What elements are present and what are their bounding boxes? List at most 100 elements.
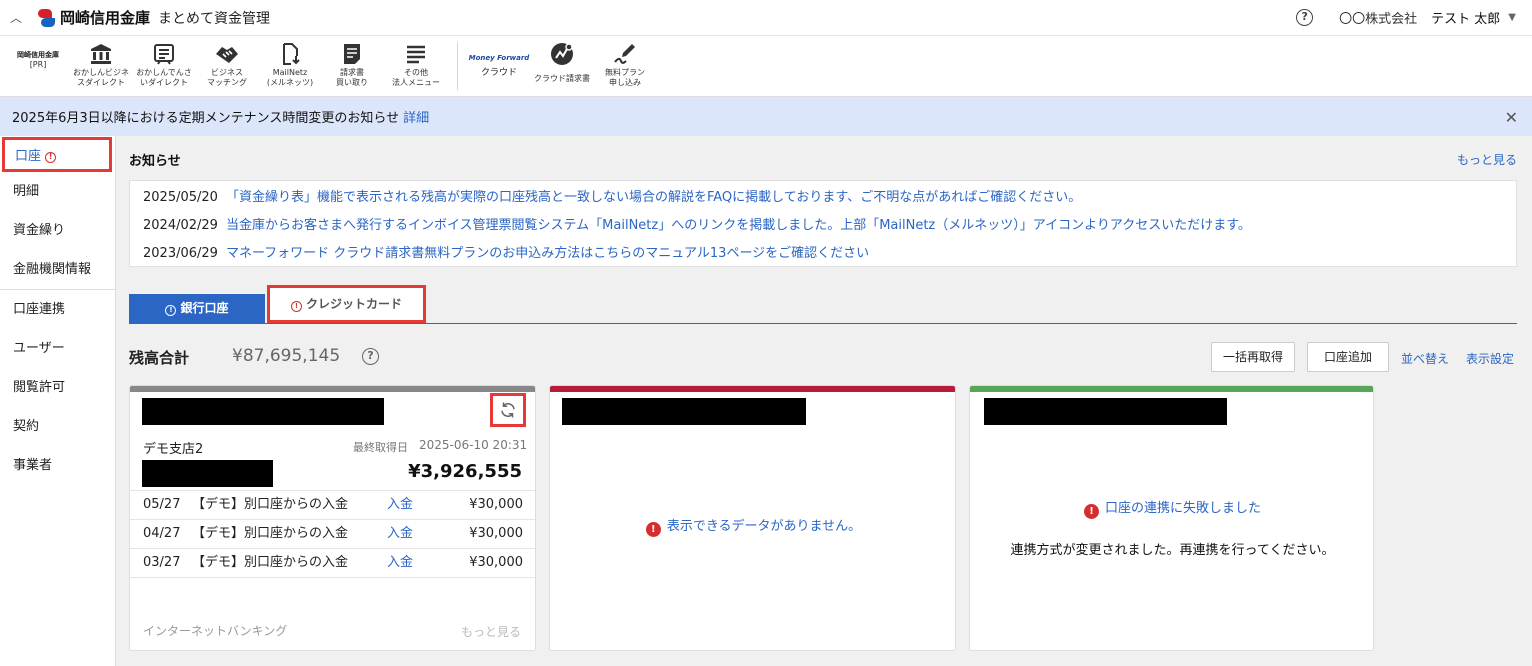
company-name: 〇〇株式会社 (1339, 12, 1418, 27)
tx-type: 入金 (387, 497, 414, 512)
toolbar-label: おかしんビジネ スダイレクト (73, 68, 129, 87)
tx-description: 【デモ】別口座からの入金 (192, 497, 349, 512)
refresh-button[interactable] (490, 393, 526, 427)
sidebar-item-accounts[interactable]: 口座! (2, 137, 112, 172)
branch-name: デモ支店2 (143, 442, 204, 457)
tx-type: 入金 (387, 555, 414, 570)
add-account-button[interactable]: 口座追加 (1307, 342, 1389, 372)
tx-date: 05/27 (143, 497, 181, 512)
toolbar-business-matching[interactable]: ビジネス マッチング (197, 40, 257, 88)
signature-icon (596, 40, 654, 68)
moneyforward-sub: クラウド (480, 68, 517, 78)
toolbar-label: その他 法人メニュー (392, 68, 440, 87)
notice-list: 2025/05/20 「資金繰り表」機能で表示される残高が実際の口座残高と一致しな… (129, 180, 1517, 267)
bulk-refetch-button[interactable]: 一括再取得 (1211, 342, 1295, 372)
toolbar-business-direct[interactable]: おかしんビジネ スダイレクト (70, 40, 132, 88)
redacted-account-number (142, 460, 273, 487)
toolbar-divider (457, 42, 458, 90)
notice-more-link[interactable]: もっと見る (1457, 151, 1517, 168)
notice-link[interactable]: マネーフォワード クラウド請求書無料プランのお申込み方法はこちらのマニュアル13… (226, 246, 869, 261)
card-more-link[interactable]: もっと見る (461, 623, 521, 640)
menu-lines-icon (385, 40, 447, 68)
account-tabs: ! 銀行口座 ! クレジットカード (129, 285, 1517, 324)
tab-credit-cards[interactable]: ! クレジットカード (267, 285, 426, 323)
notice-link[interactable]: 「資金繰り表」機能で表示される残高が実際の口座残高と一致しない場合の解説をFAQ… (226, 190, 1081, 205)
close-icon[interactable]: ✕ (1505, 108, 1518, 127)
error-icon: ! (645, 522, 661, 537)
warning-icon: ! (290, 301, 302, 312)
tx-type: 入金 (387, 526, 414, 541)
tab-bank-accounts[interactable]: ! 銀行口座 (129, 294, 265, 323)
sidebar-item-institutions[interactable]: 金融機関情報 (0, 250, 115, 289)
balance-total-label: 残高合計 (129, 349, 190, 367)
table-row[interactable]: 03/27 【デモ】別口座からの入金 入金 ¥30,000 (130, 549, 535, 578)
app-name: まとめて資金管理 (158, 10, 271, 27)
sidebar-item-contract[interactable]: 契約 (0, 407, 115, 446)
pr-banner[interactable]: 岡崎信用金庫 [PR] (6, 50, 70, 69)
balance-total-value: ¥87,695,145 (232, 346, 341, 366)
info-icon: ! (165, 305, 177, 316)
moneyforward-logo: Money Forward (468, 54, 530, 62)
chevron-up-icon[interactable]: ︿ (10, 9, 26, 26)
warning-icon: ! (45, 152, 57, 163)
table-row[interactable]: 05/27 【デモ】別口座からの入金 入金 ¥30,000 (130, 491, 535, 520)
toolbar-label: クラウド請求書 (534, 74, 590, 83)
notice-item: 2023/06/29 マネーフォワード クラウド請求書無料プランのお申込み方法はこ… (130, 243, 1516, 271)
toolbar-cloud-invoice[interactable]: クラウド請求書 (530, 40, 594, 84)
last-fetched-time: 2025-06-10 20:31 (419, 438, 528, 452)
display-settings-link[interactable]: 表示設定 (1466, 350, 1514, 367)
notice-date: 2023/06/29 (143, 246, 218, 261)
cloud-invoice-icon (530, 40, 594, 68)
sidebar-item-users[interactable]: ユーザー (0, 329, 115, 368)
sidebar-item-statements[interactable]: 明細 (0, 172, 115, 211)
handshake-icon (197, 40, 257, 68)
last-fetched-label: 最終取得日 (353, 441, 408, 454)
sidebar-item-label: 口座 (15, 149, 42, 164)
sidebar-item-permissions[interactable]: 閲覧許可 (0, 368, 115, 407)
maintenance-banner: 2025年6月3日以降における定期メンテナンス時間変更のお知らせ 詳細 ✕ (0, 97, 1532, 136)
no-data-message: ! 表示できるデータがありません。 (550, 515, 955, 537)
card-status-bar (970, 386, 1373, 392)
sidebar-item-business[interactable]: 事業者 (0, 446, 115, 485)
user-name[interactable]: テスト 太郎 (1431, 8, 1500, 27)
toolbar-label: ビジネス マッチング (207, 68, 247, 87)
banner-detail-link[interactable]: 詳細 (403, 107, 429, 126)
toolbar-label: 請求書 買い取り (336, 68, 368, 87)
error-icon: ! (1083, 504, 1099, 519)
account-card: デモ支店2 最終取得日 2025-06-10 20:31 ¥3,926,555 … (129, 385, 536, 651)
tx-amount: ¥30,000 (469, 555, 523, 570)
redacted-account-name (562, 398, 806, 425)
toolbar-mailnetz[interactable]: MailNetz (メルネッツ) (259, 40, 321, 88)
tx-description: 【デモ】別口座からの入金 (192, 555, 349, 570)
sort-link[interactable]: 並べ替え (1401, 350, 1449, 367)
tx-amount: ¥30,000 (469, 526, 523, 541)
account-card: ! 表示できるデータがありません。 (549, 385, 956, 651)
help-icon[interactable]: ? (362, 348, 379, 365)
help-icon[interactable]: ? (1296, 9, 1314, 26)
notice-item: 2025/05/20 「資金繰り表」機能で表示される残高が実際の口座残高と一致しな… (130, 187, 1516, 215)
caret-down-icon[interactable]: ▼ (1508, 12, 1516, 23)
notice-item: 2024/02/29 当金庫からお客さまへ発行するインボイス管理票閲覧システム「M… (130, 215, 1516, 243)
sidebar-item-cashflow[interactable]: 資金繰り (0, 211, 115, 250)
transaction-list: 05/27 【デモ】別口座からの入金 入金 ¥30,000 04/27 【デモ】… (130, 490, 535, 578)
toolbar-other-menu[interactable]: その他 法人メニュー (385, 40, 447, 88)
header-right: ? 〇〇株式会社 テスト 太郎 ▼ (1296, 8, 1516, 27)
brand-logo-icon (36, 8, 56, 28)
sidebar: 口座! 明細 資金繰り 金融機関情報 口座連携 ユーザー 閲覧許可 契約 事業者 (0, 136, 116, 666)
card-status-bar (550, 386, 955, 392)
top-header: ︿ 岡崎信用金庫 まとめて資金管理 ? 〇〇株式会社 テスト 太郎 ▼ (0, 0, 1532, 36)
notice-date: 2025/05/20 (143, 190, 218, 205)
toolbar-free-plan[interactable]: 無料プラン 申し込み (596, 40, 654, 88)
toolbar-densai-direct[interactable]: おかしんでんさ いダイレクト (133, 40, 195, 88)
table-row[interactable]: 04/27 【デモ】別口座からの入金 入金 ¥30,000 (130, 520, 535, 549)
banner-text: 2025年6月3日以降における定期メンテナンス時間変更のお知らせ (12, 111, 400, 126)
toolbar-invoice-purchase[interactable]: 請求書 買い取り (323, 40, 381, 88)
pr-brand: 岡崎信用金庫 (17, 51, 59, 59)
sidebar-item-account-link[interactable]: 口座連携 (0, 290, 115, 329)
notice-link[interactable]: 当金庫からお客さまへ発行するインボイス管理票閲覧システム「MailNetz」への… (226, 218, 1251, 233)
link-failed-message[interactable]: ! 口座の連携に失敗しました (970, 497, 1373, 519)
app-toolbar: 岡崎信用金庫 [PR] おかしんビジネ スダイレクト おかしんでんさ いダイレク… (0, 36, 1532, 97)
notice-title: お知らせ (129, 154, 181, 169)
list-window-icon (133, 40, 195, 68)
toolbar-moneyforward[interactable]: Money Forward クラウド (466, 54, 532, 78)
